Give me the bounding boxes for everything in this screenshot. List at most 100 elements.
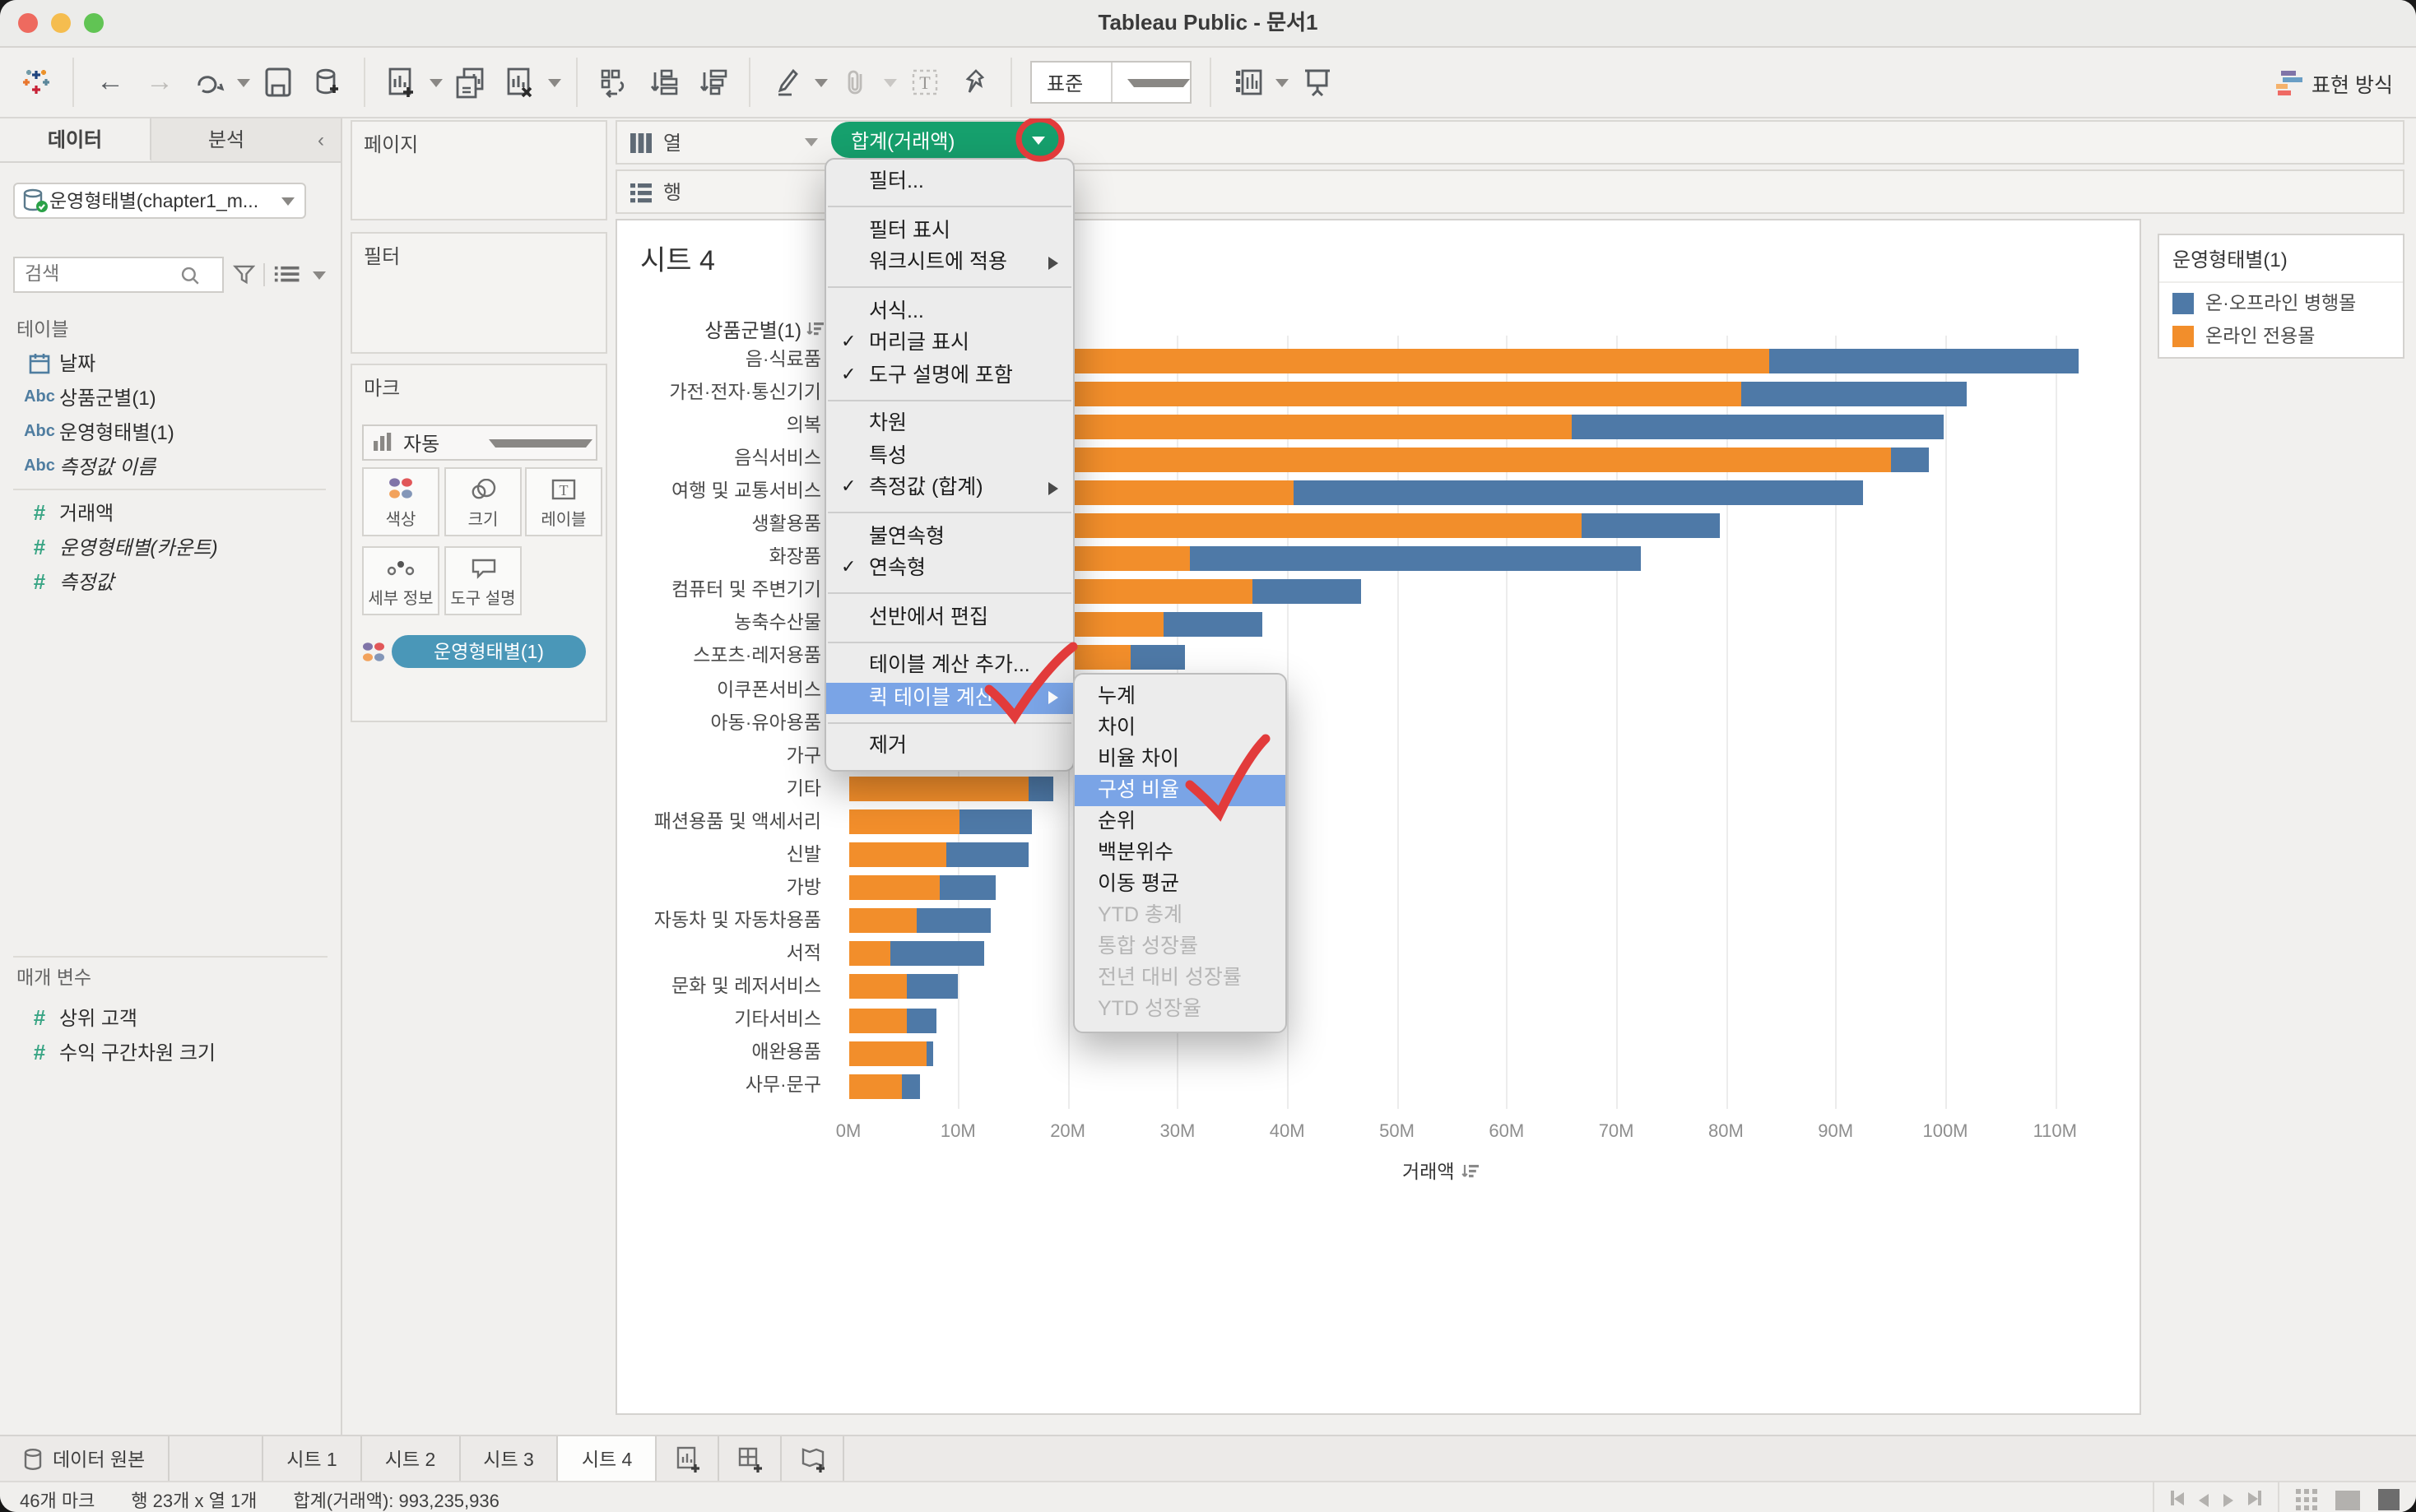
columns-shelf-caret-icon[interactable] <box>805 138 818 146</box>
datasource-caret-icon[interactable] <box>281 197 295 205</box>
bar-segment[interactable] <box>1191 546 1641 571</box>
field-item[interactable]: Abc상품군별(1) <box>0 380 339 415</box>
clear-sheet-caret-icon[interactable] <box>548 78 561 86</box>
text-label-icon[interactable]: T <box>904 61 946 104</box>
tab-시트-1[interactable]: 시트 1 <box>263 1436 362 1481</box>
new-worksheet-icon[interactable] <box>380 61 423 104</box>
mark-button-detail[interactable]: 세부 정보 <box>362 546 439 615</box>
mark-button-color[interactable]: 색상 <box>362 467 439 536</box>
collapse-panel-icon[interactable]: ‹ <box>301 118 341 161</box>
clear-sheet-icon[interactable] <box>499 61 541 104</box>
tab-시트-4[interactable]: 시트 4 <box>559 1436 657 1481</box>
menu-item[interactable]: ✓머리글 표시 <box>826 327 1073 359</box>
bar-segment[interactable] <box>848 876 941 901</box>
submenu-item[interactable]: 누계 <box>1075 681 1285 712</box>
bar-segment[interactable] <box>927 1041 934 1065</box>
tab-data-source[interactable]: 데이터 원본 <box>0 1436 170 1481</box>
new-worksheet-caret-icon[interactable] <box>430 78 443 86</box>
menu-item[interactable]: 퀵 테이블 계산 <box>826 682 1073 714</box>
undo-icon[interactable]: ← <box>89 61 132 104</box>
bar-segment[interactable] <box>848 1074 902 1098</box>
fit-mode-caret-icon[interactable] <box>1110 63 1190 102</box>
group-members-icon[interactable] <box>834 61 877 104</box>
bar-segment[interactable] <box>1164 612 1262 637</box>
replay-caret-icon[interactable] <box>237 78 250 86</box>
show-hide-cards-caret-icon[interactable] <box>1275 78 1289 86</box>
field-item[interactable]: Abc운영형태별(1) <box>0 415 339 449</box>
bar-segment[interactable] <box>907 975 959 999</box>
menu-item[interactable]: ✓연속형 <box>826 553 1073 585</box>
swap-axes-icon[interactable] <box>592 61 635 104</box>
legend-entry[interactable]: 온라인 전용몰 <box>2159 316 2403 349</box>
duplicate-sheet-icon[interactable] <box>449 61 492 104</box>
show-hide-cards-icon[interactable] <box>1226 61 1269 104</box>
next-sheet-button[interactable] <box>2223 1493 2233 1506</box>
bar-segment[interactable] <box>848 1008 908 1032</box>
menu-item[interactable]: ✓도구 설명에 포함 <box>826 359 1073 392</box>
submenu-item[interactable]: 백분위수 <box>1075 837 1285 869</box>
field-item[interactable]: #측정값 <box>0 564 339 599</box>
submenu-item[interactable]: 이동 평균 <box>1075 869 1285 900</box>
filter-fields-icon[interactable] <box>231 263 255 286</box>
group-caret-icon[interactable] <box>884 78 897 86</box>
show-me-button[interactable]: 표현 방식 <box>2275 67 2393 98</box>
menu-item[interactable]: 제거 <box>826 730 1073 763</box>
bar-segment[interactable] <box>848 942 890 967</box>
minimize-window-button[interactable] <box>51 13 71 33</box>
bar-segment[interactable] <box>1294 480 1863 504</box>
bar-segment[interactable] <box>1029 777 1054 801</box>
mark-button-size[interactable]: 크기 <box>444 467 522 536</box>
parameter-item[interactable]: #상위 고객 <box>0 1000 339 1035</box>
replay-icon[interactable] <box>188 61 230 104</box>
first-sheet-button[interactable] <box>2171 1490 2184 1510</box>
tab-시트-2[interactable]: 시트 2 <box>362 1436 461 1481</box>
previous-sheet-button[interactable] <box>2199 1493 2209 1506</box>
close-window-button[interactable] <box>18 13 38 33</box>
show-sheet-sorter-icon[interactable] <box>2296 1489 2317 1510</box>
view-options-icon[interactable] <box>274 264 301 285</box>
menu-item[interactable]: 불연속형 <box>826 521 1073 553</box>
measure-pill-caret-icon[interactable] <box>1032 136 1045 144</box>
mark-button-label[interactable]: T레이블 <box>525 467 602 536</box>
tableau-logo-icon[interactable] <box>15 61 58 104</box>
field-item[interactable]: 날짜 <box>0 346 339 380</box>
bar-segment[interactable] <box>1582 513 1720 538</box>
bar-segment[interactable] <box>848 975 907 999</box>
bar-segment[interactable] <box>848 777 1029 801</box>
menu-item[interactable]: 선반에서 편집 <box>826 601 1073 633</box>
color-legend-card[interactable]: 운영형태별(1) 온·오프라인 병행몰온라인 전용몰 <box>2158 234 2404 359</box>
bar-segment[interactable] <box>848 843 947 868</box>
pin-icon[interactable] <box>953 61 996 104</box>
sort-ascending-icon[interactable] <box>642 61 685 104</box>
mark-button-tooltip[interactable]: 도구 설명 <box>444 546 522 615</box>
highlight-caret-icon[interactable] <box>815 78 828 86</box>
search-input-box[interactable] <box>13 257 223 293</box>
zoom-window-button[interactable] <box>84 13 104 33</box>
menu-item[interactable]: 필터 표시 <box>826 215 1073 247</box>
fit-mode-select[interactable]: 표준 <box>1030 61 1192 104</box>
color-pill[interactable]: 운영형태별(1) <box>392 635 586 668</box>
menu-item[interactable]: 차원 <box>826 408 1073 440</box>
new-story-tab-button[interactable] <box>782 1436 844 1481</box>
submenu-item[interactable]: YTD 총계 <box>1075 900 1285 931</box>
bar-segment[interactable] <box>848 1041 927 1065</box>
pages-card[interactable]: 페이지 <box>351 120 607 220</box>
last-sheet-button[interactable] <box>2248 1490 2261 1510</box>
submenu-item[interactable]: 비율 차이 <box>1075 744 1285 775</box>
legend-entry[interactable]: 온·오프라인 병행몰 <box>2159 283 2403 316</box>
bar-segment[interactable] <box>1741 381 1968 406</box>
submenu-item[interactable]: 통합 성장률 <box>1075 931 1285 962</box>
show-filmstrip-icon[interactable] <box>2335 1490 2360 1510</box>
bar-segment[interactable] <box>941 876 997 901</box>
menu-item[interactable]: 필터... <box>826 166 1073 198</box>
search-input[interactable] <box>21 263 179 286</box>
mark-type-caret-icon[interactable] <box>488 438 592 447</box>
parameter-item[interactable]: #수익 구간차원 크기 <box>0 1035 339 1069</box>
submenu-item[interactable]: 구성 비율 <box>1075 775 1285 806</box>
datasource-selector[interactable]: 운영형태별(chapter1_m... <box>13 183 306 219</box>
field-item[interactable]: #운영형태별(카운트) <box>0 530 339 564</box>
sort-descending-icon[interactable] <box>691 61 734 104</box>
menu-item[interactable]: ✓측정값 (합계) <box>826 472 1073 504</box>
bar-segment[interactable] <box>848 809 960 834</box>
bar-segment[interactable] <box>908 1008 936 1032</box>
